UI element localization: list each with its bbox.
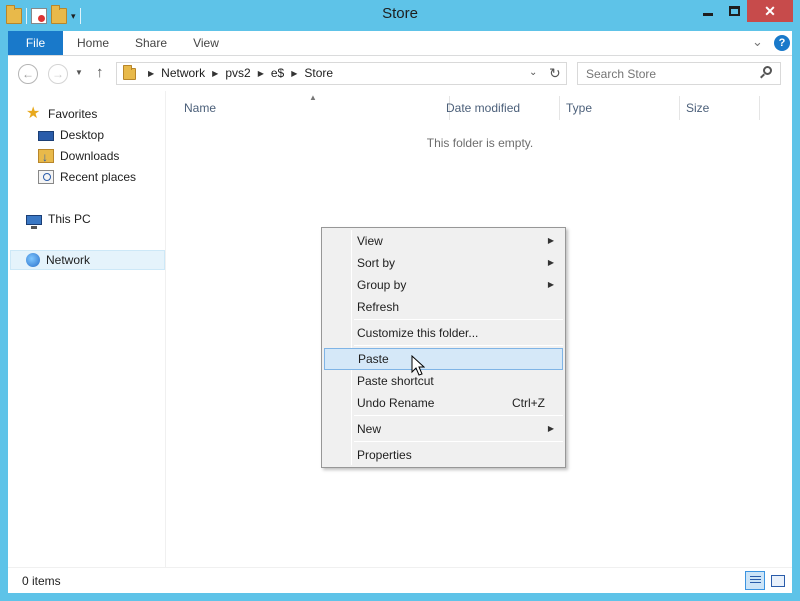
search-input[interactable] xyxy=(578,63,748,84)
menu-item-new[interactable]: New ▶ xyxy=(324,418,563,440)
menu-item-paste[interactable]: Paste xyxy=(324,348,563,370)
details-view-button[interactable] xyxy=(745,571,765,590)
column-header-type[interactable]: Type xyxy=(560,96,680,120)
column-header-date-modified[interactable]: Date modified xyxy=(440,96,560,120)
column-header-size[interactable]: Size xyxy=(680,96,760,120)
ribbon-tabs: File Home Share View ⌄ ? xyxy=(8,31,792,56)
close-button[interactable]: ✕ xyxy=(747,0,793,22)
menu-item-new-label: New xyxy=(357,422,382,436)
menu-item-properties[interactable]: Properties xyxy=(324,444,563,466)
expand-ribbon-icon[interactable]: ⌄ xyxy=(752,34,763,50)
context-menu: View ▶ Sort by ▶ Group by ▶ Refresh Cust… xyxy=(321,227,566,468)
menu-item-properties-label: Properties xyxy=(357,448,412,462)
breadcrumb-network[interactable]: Network xyxy=(161,63,205,84)
back-button[interactable]: ← xyxy=(18,64,38,84)
nav-recent-places[interactable]: Recent places xyxy=(38,167,136,187)
tab-view[interactable]: View xyxy=(182,31,230,55)
chevron-right-icon[interactable]: ▶ xyxy=(212,63,218,84)
minimize-button[interactable] xyxy=(695,0,721,22)
breadcrumb-store[interactable]: Store xyxy=(304,63,333,84)
item-count: 0 items xyxy=(22,574,61,588)
menu-item-undo-rename[interactable]: Undo Rename Ctrl+Z xyxy=(324,392,563,414)
submenu-arrow-icon: ▶ xyxy=(547,236,554,245)
column-name-label: Name xyxy=(184,101,217,115)
star-icon: ★ xyxy=(26,105,41,122)
status-bar: 0 items xyxy=(8,567,792,593)
navigation-pane: ★ Favorites Desktop Downloads Recent pla… xyxy=(8,91,166,567)
chevron-right-icon[interactable]: ▶ xyxy=(291,63,297,84)
column-type-label: Type xyxy=(566,101,593,115)
address-history-icon[interactable]: ⌄ xyxy=(529,67,537,78)
nav-downloads-label: Downloads xyxy=(60,149,120,163)
breadcrumb-e-share[interactable]: e$ xyxy=(271,63,284,84)
recent-places-icon xyxy=(38,170,54,184)
folder-icon xyxy=(123,65,136,80)
chevron-right-icon[interactable]: ▶ xyxy=(258,63,264,84)
menu-separator xyxy=(354,319,563,320)
menu-item-sort-label: Sort by xyxy=(357,256,396,270)
menu-item-paste-shortcut[interactable]: Paste shortcut xyxy=(324,370,563,392)
nav-downloads[interactable]: Downloads xyxy=(38,146,120,167)
nav-this-pc[interactable]: This PC xyxy=(26,209,91,229)
minimize-icon xyxy=(703,12,713,16)
nav-desktop[interactable]: Desktop xyxy=(38,125,104,145)
menu-separator xyxy=(354,345,563,346)
menu-item-refresh[interactable]: Refresh xyxy=(324,296,563,318)
menu-item-refresh-label: Refresh xyxy=(357,300,400,314)
menu-item-group-by[interactable]: Group by ▶ xyxy=(324,274,563,296)
recent-locations-icon[interactable]: ▼ xyxy=(75,68,83,77)
menu-item-customize-label: Customize this folder... xyxy=(357,326,479,340)
search-box[interactable] xyxy=(577,62,781,85)
window-title: Store xyxy=(382,5,418,22)
address-bar[interactable]: ▶ Network ▶ pvs2 ▶ e$ ▶ Store ⌄ ↻ xyxy=(116,62,567,85)
menu-item-undo-label: Undo Rename xyxy=(357,396,435,410)
mouse-cursor-icon xyxy=(411,355,425,376)
help-icon[interactable]: ? xyxy=(774,35,790,51)
nav-desktop-label: Desktop xyxy=(60,128,105,142)
submenu-arrow-icon: ▶ xyxy=(547,258,554,267)
menu-item-paste-label: Paste xyxy=(358,352,389,366)
menu-item-sort-by[interactable]: Sort by ▶ xyxy=(324,252,563,274)
submenu-arrow-icon: ▶ xyxy=(547,424,554,433)
breadcrumb-pvs2[interactable]: pvs2 xyxy=(225,63,250,84)
submenu-arrow-icon: ▶ xyxy=(547,280,554,289)
menu-item-view[interactable]: View ▶ xyxy=(324,230,563,252)
column-date-label: Date modified xyxy=(446,101,521,115)
tab-home[interactable]: Home xyxy=(68,31,118,55)
nav-favorites-label: Favorites xyxy=(48,107,98,121)
nav-favorites[interactable]: ★ Favorites xyxy=(26,104,97,124)
title-bar[interactable]: ▾ Store ✕ xyxy=(0,0,800,31)
desktop-icon xyxy=(38,131,54,141)
refresh-icon[interactable]: ↻ xyxy=(549,65,561,82)
large-icons-view-button[interactable] xyxy=(768,572,786,589)
menu-separator xyxy=(354,415,563,416)
tab-share[interactable]: Share xyxy=(126,31,176,55)
search-icon[interactable] xyxy=(760,66,772,79)
menu-item-group-label: Group by xyxy=(357,278,407,292)
nav-network-label: Network xyxy=(46,253,91,267)
maximize-icon xyxy=(728,6,740,16)
breadcrumb: ▶ Network ▶ pvs2 ▶ e$ ▶ Store xyxy=(141,63,333,84)
navigation-bar: ← → ▼ ↑ ▶ Network ▶ pvs2 ▶ e$ ▶ Store ⌄ … xyxy=(8,56,792,91)
explorer-window: ▾ Store ✕ File Home Share View ⌄ ? ← → ▼… xyxy=(0,0,800,601)
chevron-right-icon[interactable]: ▶ xyxy=(148,63,154,84)
downloads-icon xyxy=(38,147,54,167)
keyboard-shortcut: Ctrl+Z xyxy=(512,396,545,410)
nav-thispc-label: This PC xyxy=(48,212,91,226)
nav-recent-label: Recent places xyxy=(60,170,137,184)
tab-file[interactable]: File xyxy=(8,31,63,55)
network-globe-icon xyxy=(26,253,40,267)
maximize-button[interactable] xyxy=(721,0,747,22)
computer-icon xyxy=(26,214,42,229)
up-arrow-icon[interactable]: ↑ xyxy=(96,64,104,81)
menu-item-customize-folder[interactable]: Customize this folder... xyxy=(324,322,563,344)
column-size-label: Size xyxy=(686,101,710,115)
menu-item-view-label: View xyxy=(357,234,383,248)
nav-network[interactable]: Network xyxy=(10,250,165,270)
forward-button[interactable]: → xyxy=(48,64,68,84)
sort-ascending-icon: ▲ xyxy=(309,93,317,102)
empty-folder-message: This folder is empty. xyxy=(426,136,534,150)
menu-separator xyxy=(354,441,563,442)
